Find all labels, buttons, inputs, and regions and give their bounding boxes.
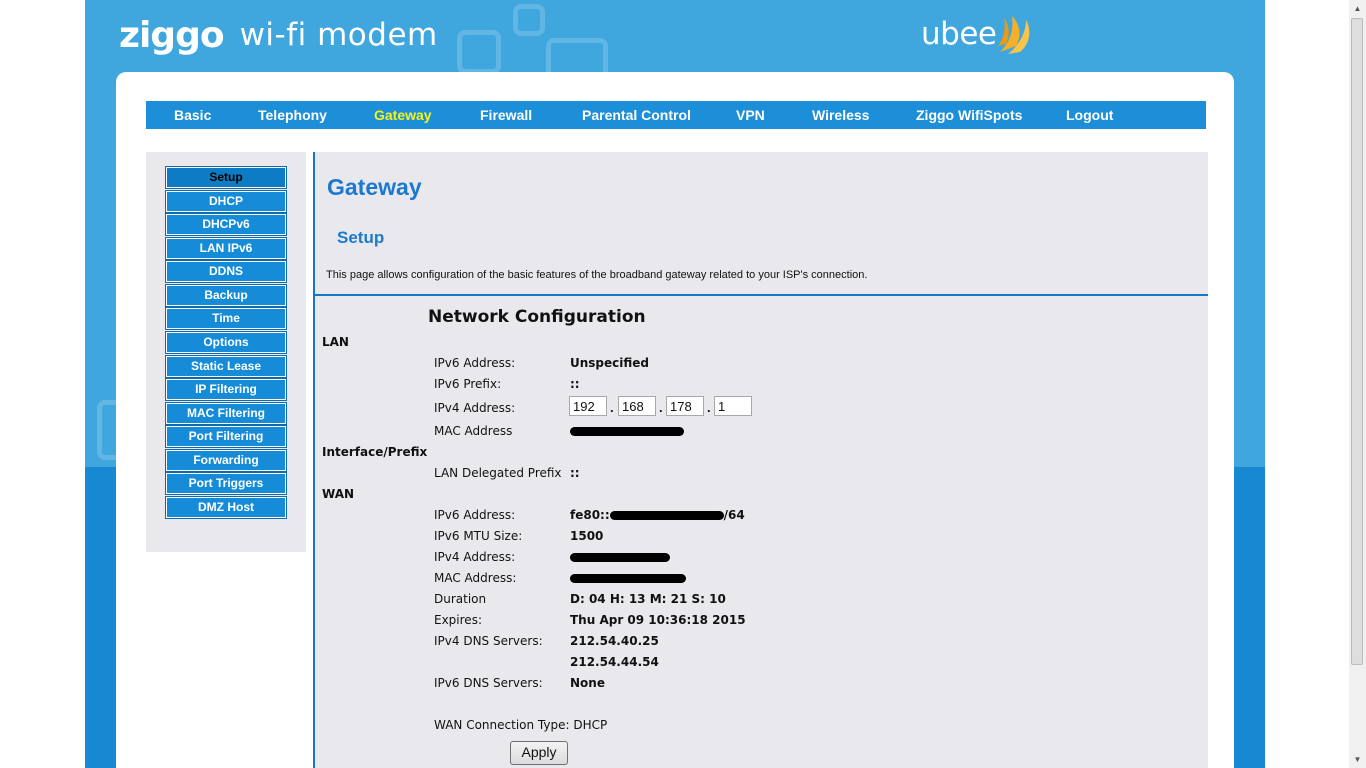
wan-ipv4-redacted (570, 550, 670, 564)
divider (315, 294, 1208, 296)
wan-mtu-label: IPv6 MTU Size: (434, 529, 523, 543)
sidebar-item-setup[interactable]: Setup (166, 167, 286, 188)
page-description: This page allows configuration of the ba… (326, 269, 868, 281)
wan-expires-value: Thu Apr 09 10:36:18 2015 (570, 613, 746, 627)
brand-name: ziggo (119, 14, 225, 56)
nav-telephony[interactable]: Telephony (258, 101, 327, 129)
wan-expires-label: Expires: (434, 613, 482, 627)
wan-mac-label: MAC Address: (434, 571, 517, 585)
ip-separator: . (610, 400, 614, 415)
sidebar-item-port-filtering[interactable]: Port Filtering (166, 426, 286, 447)
content-area: Gateway Setup This page allows configura… (313, 152, 1208, 768)
lan-ipv4-octet-1[interactable] (569, 396, 607, 416)
page-subtitle: Setup (337, 228, 385, 247)
wan-duration-value: D: 04 H: 13 M: 21 S: 10 (570, 592, 726, 606)
wan-ipv6-prefix: fe80:: (570, 508, 610, 522)
lan-ipv4-octet-2[interactable] (618, 396, 656, 416)
ubee-wing-icon (998, 16, 1030, 54)
top-nav: Basic Telephony Gateway Firewall Parenta… (146, 101, 1206, 129)
sidebar-item-dmz-host[interactable]: DMZ Host (166, 497, 286, 518)
sidebar-item-ip-filtering[interactable]: IP Filtering (166, 379, 286, 400)
lan-heading: LAN (322, 335, 349, 349)
decor-square (513, 4, 545, 36)
sidebar-item-static-lease[interactable]: Static Lease (166, 356, 286, 377)
lan-ipv6-prefix-value: :: (570, 377, 580, 391)
nav-gateway[interactable]: Gateway (374, 101, 432, 129)
lan-ipv6-prefix-label: IPv6 Prefix: (434, 377, 502, 391)
ziggo-logo: ziggo wi-fi modem (119, 14, 438, 56)
apply-button[interactable]: Apply (510, 741, 568, 765)
scroll-down-arrow-icon[interactable]: ▼ (1349, 751, 1366, 768)
nav-parental-control[interactable]: Parental Control (582, 101, 691, 129)
sidebar: Setup DHCP DHCPv6 LAN IPv6 DDNS Backup T… (146, 152, 306, 552)
sidebar-item-ddns[interactable]: DDNS (166, 261, 286, 282)
wan-dns6-label: IPv6 DNS Servers: (434, 676, 543, 690)
lan-ipv6-address-label: IPv6 Address: (434, 356, 516, 370)
wan-ipv6-suffix: /64 (723, 508, 745, 522)
partner-name: ubee (921, 16, 997, 52)
wan-mtu-value: 1500 (570, 529, 604, 543)
scroll-up-arrow-icon[interactable]: ▲ (1349, 0, 1366, 17)
main-panel: Basic Telephony Gateway Firewall Parenta… (116, 72, 1234, 768)
sidebar-item-dhcpv6[interactable]: DHCPv6 (166, 214, 286, 235)
lan-ipv4-address-label: IPv4 Address: (434, 401, 516, 415)
sidebar-item-backup[interactable]: Backup (166, 285, 286, 306)
wan-dns4-label: IPv4 DNS Servers: (434, 634, 543, 648)
wan-heading: WAN (322, 487, 355, 501)
wan-dns4-value-1: 212.54.40.25 (570, 634, 659, 648)
scroll-thumb[interactable] (1351, 18, 1363, 665)
nav-logout[interactable]: Logout (1066, 101, 1113, 129)
wan-ipv6-address-label: IPv6 Address: (434, 508, 516, 522)
section-title: Network Configuration (428, 307, 646, 327)
wan-ipv4-address-label: IPv4 Address: (434, 550, 516, 564)
wan-ipv6-address-value: fe80::/64 (570, 508, 745, 522)
wan-mac-redacted (570, 571, 686, 585)
sidebar-item-lan-ipv6[interactable]: LAN IPv6 (166, 238, 286, 259)
wan-connection-type: WAN Connection Type: DHCP (434, 718, 608, 732)
decor-square (457, 30, 501, 74)
lan-ipv6-address-value: Unspecified (570, 356, 650, 370)
delegated-prefix-label: LAN Delegated Prefix (434, 466, 562, 480)
nav-basic[interactable]: Basic (174, 101, 211, 129)
nav-firewall[interactable]: Firewall (480, 101, 532, 129)
ip-separator: . (659, 400, 663, 415)
ip-separator: . (707, 400, 711, 415)
nav-vpn[interactable]: VPN (736, 101, 765, 129)
wan-dns4-value-2: 212.54.44.54 (570, 655, 659, 669)
lan-mac-label: MAC Address (434, 424, 513, 438)
ubee-logo: ubee (921, 12, 1032, 56)
nav-wireless[interactable]: Wireless (812, 101, 869, 129)
wan-duration-label: Duration (434, 592, 487, 606)
nav-ziggo-wifispots[interactable]: Ziggo WifiSpots (916, 101, 1022, 129)
interface-heading: Interface/Prefix (322, 445, 428, 459)
lan-ipv4-octet-3[interactable] (666, 396, 704, 416)
delegated-prefix-value: :: (570, 466, 580, 480)
lan-ipv4-octet-4[interactable] (714, 396, 752, 416)
page-scrollbar[interactable]: ▲ ▼ (1349, 0, 1366, 768)
sidebar-item-mac-filtering[interactable]: MAC Filtering (166, 403, 286, 424)
modem-page: ziggo wi-fi modem ubee Basic Telephony G… (85, 0, 1265, 768)
page-title: Gateway (327, 174, 422, 200)
sidebar-item-dhcp[interactable]: DHCP (166, 191, 286, 212)
sidebar-item-options[interactable]: Options (166, 332, 286, 353)
sidebar-item-time[interactable]: Time (166, 308, 286, 329)
product-name: wi-fi modem (239, 17, 438, 53)
wan-dns6-value: None (570, 676, 605, 690)
sidebar-item-forwarding[interactable]: Forwarding (166, 450, 286, 471)
lan-mac-redacted (570, 424, 684, 438)
sidebar-item-port-triggers[interactable]: Port Triggers (166, 473, 286, 494)
